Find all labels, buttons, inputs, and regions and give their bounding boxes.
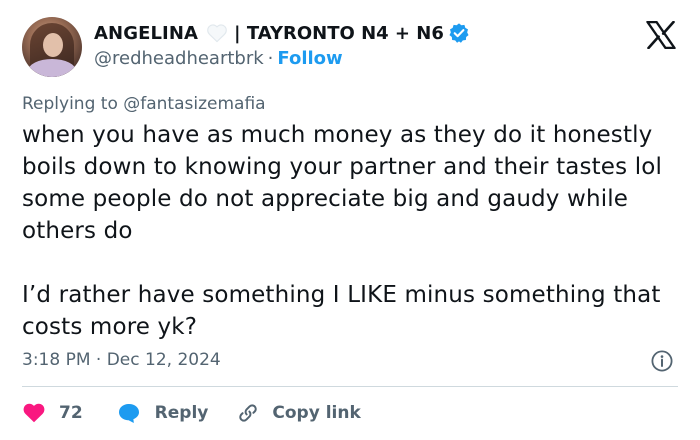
white-heart-icon (206, 23, 228, 43)
x-logo-icon[interactable] (646, 20, 676, 50)
replying-to-mention[interactable]: @fantasizemafia (123, 94, 265, 114)
tweet-timestamp[interactable]: 3:18 PM · Dec 12, 2024 (22, 350, 221, 370)
avatar-face (43, 33, 63, 57)
heart-icon (23, 403, 45, 423)
author-handle[interactable]: @redheadheartbrk (94, 48, 264, 69)
like-button[interactable]: 72 (22, 402, 83, 424)
replying-to-prefix: Replying to (22, 94, 118, 114)
tweet-text: when you have as much money as they do i… (22, 119, 682, 343)
author-display-name[interactable]: ANGELINA​​ (94, 23, 198, 44)
follow-button[interactable]: Follow (277, 48, 342, 69)
divider (22, 386, 678, 387)
avatar-body (28, 59, 76, 77)
copy-link-label: Copy link (272, 403, 361, 423)
action-bar: 72 Reply Copy link (22, 400, 361, 426)
separator-dot: · (267, 48, 274, 69)
avatar[interactable] (22, 17, 82, 77)
tweet-paragraph-1: when you have as much money as they do i… (22, 122, 663, 244)
copy-link-button[interactable]: Copy link (236, 401, 361, 425)
reply-button[interactable]: Reply (117, 402, 209, 424)
author-display-name-suffix[interactable]: | TAYRONTO N4 + N6 (234, 23, 444, 44)
author-handle-row: @redheadheartbrk · Follow (94, 48, 343, 69)
tweet-card: ANGELINA​​ | TAYRONTO N4 + N6 @redheadhe… (0, 0, 700, 440)
verified-badge-icon (448, 22, 470, 44)
replying-to-line: Replying to @fantasizemafia (22, 94, 266, 114)
like-count: 72 (59, 403, 83, 423)
link-icon (239, 404, 258, 422)
author-name-row[interactable]: ANGELINA​​ | TAYRONTO N4 + N6 (94, 20, 470, 46)
info-icon[interactable] (650, 349, 674, 373)
tweet-paragraph-2: I’d rather have something I LIKE minus s… (22, 282, 661, 340)
reply-label: Reply (154, 403, 209, 423)
reply-bubble-icon (118, 404, 139, 423)
